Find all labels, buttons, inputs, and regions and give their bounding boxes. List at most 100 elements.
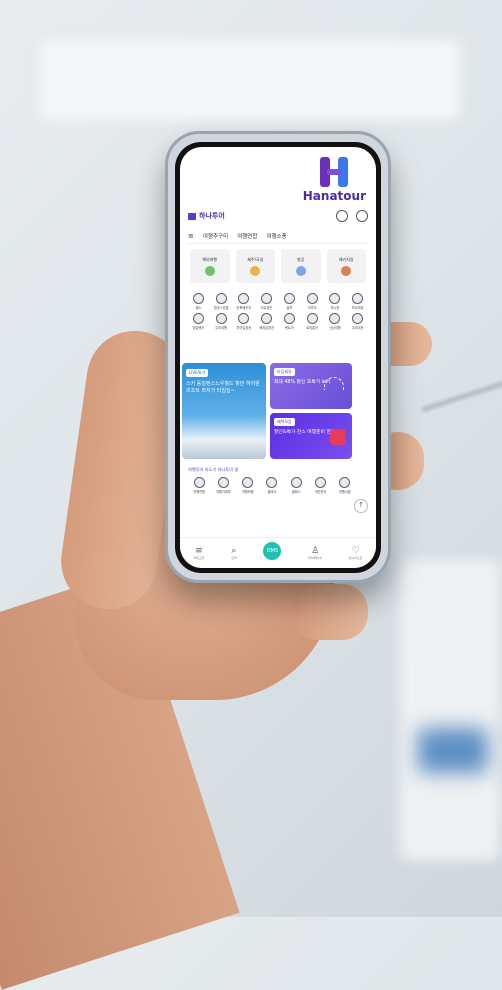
category-card[interactable]: 항공	[281, 249, 321, 283]
coupon-icon	[330, 429, 346, 445]
service-item[interactable]: 크루즈	[302, 293, 323, 310]
service-icon	[306, 293, 318, 304]
service-label: 항공+호텔	[213, 306, 229, 310]
recent-icon[interactable]	[356, 210, 368, 222]
benefits-banner[interactable]: 혜택모음 할인&특가 찬스 여행준비 한번에!	[270, 413, 352, 459]
hanatour-logo-icon	[317, 157, 351, 187]
bottom-nav: ≡ 카테고리 ⌕ 검색 DMS ♙ 마이페이지 ♡ 위시리스트	[180, 537, 376, 568]
feature-label: 클래식	[267, 490, 277, 494]
category-card-label: 해외여행	[202, 256, 218, 262]
plane-icon	[295, 265, 306, 276]
service-item[interactable]: 신상여행	[325, 313, 346, 330]
nav-label: 검색	[231, 556, 237, 560]
hotel-icon	[341, 265, 352, 276]
feature-icon	[217, 477, 229, 488]
feature-label: 여행가계부	[216, 490, 231, 494]
app-logo-text: 하나투어	[199, 212, 225, 220]
service-icon	[329, 293, 341, 304]
service-item[interactable]: 허니문	[325, 293, 346, 310]
service-item[interactable]: 항공+호텔	[211, 293, 232, 310]
service-label: 신상여행	[329, 326, 341, 330]
feature-icon	[315, 477, 327, 488]
tab-item[interactable]: 여행연합	[237, 232, 257, 240]
service-icon	[283, 313, 295, 324]
brand-logo: Hanatour	[303, 157, 366, 203]
island-icon	[250, 265, 261, 276]
feature-item[interactable]: 클래식	[261, 477, 283, 494]
feature-item[interactable]: 여행연합	[188, 477, 210, 494]
service-icon	[192, 293, 204, 304]
nav-item-home[interactable]: DMS	[263, 542, 282, 560]
service-item[interactable]: 당일렌즈	[188, 313, 209, 330]
feature-icon	[339, 477, 351, 488]
service-icon	[238, 293, 250, 304]
service-label: 당일렌즈	[192, 326, 205, 330]
service-label: 우리여권	[351, 326, 364, 330]
app-logo-icon	[188, 212, 196, 220]
feature-item[interactable]: 여권관리	[309, 477, 331, 494]
feature-label: 여권관리	[314, 490, 327, 494]
feature-item[interactable]: 클래스	[285, 477, 307, 494]
nav-item-mypage[interactable]: ♙ 마이페이지	[308, 546, 322, 560]
category-card-label: 항공	[297, 256, 305, 262]
promo-banners: LIVE특가 스키 동일렌스노우월드 항만 하이원 리조트 최저가 타임딜~ 타…	[180, 363, 376, 461]
tab-item[interactable]: 여행소풍	[266, 232, 286, 240]
feature-item[interactable]: 여행가계부	[212, 477, 234, 494]
service-label: 허니문	[330, 306, 340, 310]
service-item[interactable]: 렌트카	[279, 313, 300, 330]
service-label: 프리미엄	[351, 306, 364, 310]
app-logo[interactable]: 하나투어	[188, 211, 225, 221]
service-item[interactable]: 우리여권	[347, 313, 368, 330]
search-icon: ⌕	[231, 546, 237, 556]
service-item[interactable]: 프리미엄	[347, 293, 368, 310]
menu-icon: ≡	[195, 546, 203, 556]
category-card[interactable]: 해외여행	[190, 249, 230, 283]
app-features-grid: 여행연합 여행가계부 여행보험 클래식 클래스 여권관리 여행서랍	[188, 477, 356, 494]
feature-label: 클래스	[291, 490, 301, 494]
service-icon-grid: 패스 항공+호텔 단독패키지 자유할인 골프 크루즈 허니문 프리미엄당일렌즈 우리여행 투어입장…	[188, 293, 368, 330]
background-line	[421, 381, 502, 411]
home-icon: DMS	[263, 542, 282, 560]
service-item[interactable]: 패스	[188, 293, 209, 310]
service-label: 패스	[195, 306, 202, 310]
feature-icon	[193, 477, 205, 488]
background-panel	[400, 560, 500, 860]
service-item[interactable]: 단독패키지	[234, 293, 255, 310]
brand-logo-text: Hanatour	[302, 189, 366, 203]
category-card[interactable]: 패키지일	[326, 249, 366, 283]
nav-label: 위시리스트	[348, 556, 363, 560]
feature-item[interactable]: 여행서랍	[334, 477, 356, 494]
service-item[interactable]: 골프	[279, 293, 300, 310]
nav-item-wishlist[interactable]: ♡ 위시리스트	[349, 546, 363, 560]
service-label: 골프	[286, 306, 293, 310]
service-icon	[261, 293, 273, 304]
time-sale-tag: 타임세일	[274, 368, 295, 376]
live-deal-banner[interactable]: LIVE특가 스키 동일렌스노우월드 항만 하이원 리조트 최저가 타임딜~	[182, 363, 266, 459]
scroll-top-button[interactable]: ↑	[354, 499, 368, 513]
dial-icon	[324, 377, 344, 390]
nav-item-category[interactable]: ≡ 카테고리	[193, 546, 204, 560]
service-item[interactable]: 투어입장권	[234, 313, 255, 330]
service-label: 해외입장권	[259, 326, 274, 330]
service-item[interactable]: 자유할인	[256, 293, 277, 310]
category-card-label: 제주/국내	[247, 256, 264, 262]
service-item[interactable]: 우리여행	[211, 313, 232, 330]
user-icon: ♙	[311, 546, 320, 556]
live-deal-text: 스키 동일렌스노우월드 항만 하이원 리조트 최저가 타임딜~	[186, 381, 260, 394]
time-sale-banner[interactable]: 타임세일 최대 48% 할인 초특가 보기	[270, 363, 352, 409]
service-icon	[238, 313, 250, 324]
time-sale-text: 최대 48% 할인 초특가 보기	[274, 380, 331, 385]
tab-item[interactable]: 여행추구미	[203, 232, 228, 240]
feature-label: 여행연합	[193, 490, 205, 494]
global-icon[interactable]	[336, 210, 348, 222]
service-item[interactable]: 로밍통신	[302, 313, 323, 330]
feature-item[interactable]: 여행보험	[237, 477, 259, 494]
service-icon	[261, 313, 273, 324]
service-icon	[352, 293, 364, 304]
tab-menu[interactable]: ≡	[188, 232, 194, 240]
category-card[interactable]: 제주/국내	[235, 249, 275, 283]
feature-icon	[242, 477, 254, 488]
service-item[interactable]: 해외입장권	[256, 313, 277, 330]
phone-screen: Hanatour 하나투어 ≡ 여행추구미 여행연합 여행소풍 해외여행 제주/…	[180, 147, 376, 568]
nav-item-search[interactable]: ⌕ 검색	[231, 546, 237, 560]
